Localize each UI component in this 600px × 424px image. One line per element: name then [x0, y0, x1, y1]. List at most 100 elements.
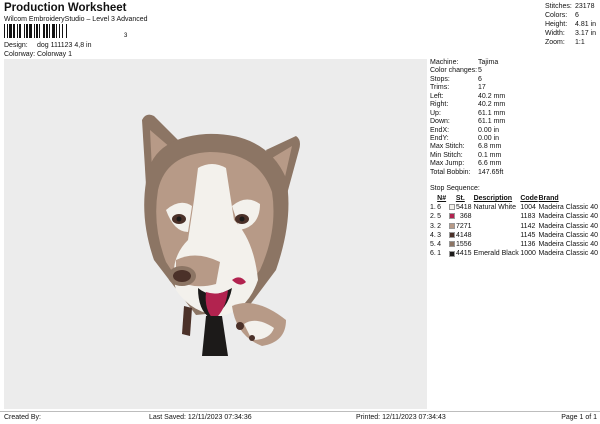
- table-row: 6. 1 4415 Emerald Black 1000 Madeira Cla…: [430, 249, 598, 258]
- param-value: 5: [478, 67, 482, 75]
- color-swatch: [449, 222, 455, 229]
- param-value: 6: [478, 75, 482, 83]
- barcode-bar: [7, 24, 8, 38]
- last-saved: Last Saved: 12/11/2023 07:34:36: [149, 414, 252, 421]
- stat-value: 3.17 in: [575, 30, 597, 37]
- param-label: Color changes:: [430, 67, 478, 75]
- stop-sequence-table: N# St. Description Code Brand 1. 6 5418 …: [430, 194, 598, 259]
- param-label: Trims:: [430, 84, 450, 92]
- param-endy: EndY: 0.00 in: [430, 135, 596, 143]
- row-needle-number: 4: [437, 241, 442, 249]
- row-brand: Madeira Classic 40: [538, 250, 598, 258]
- row-description: [474, 240, 521, 249]
- stat-colors: Colors: 6: [545, 11, 597, 20]
- barcode-bar: [24, 24, 25, 38]
- colorway-row: Colorway: Colorway 1: [4, 51, 72, 58]
- param-value: 61.1 mm: [478, 118, 506, 126]
- barcode-bar: [36, 24, 38, 38]
- worksheet-footer: Created By: Last Saved: 12/11/2023 07:34…: [0, 411, 600, 424]
- design-preview-canvas: [4, 59, 427, 409]
- row-code: 1142: [520, 222, 536, 230]
- param-value: 0.00 in: [478, 126, 500, 134]
- param-label: Up:: [430, 109, 441, 117]
- row-index: 4.: [430, 231, 436, 239]
- stop-sequence-title: Stop Sequence:: [430, 185, 480, 192]
- barcode-bar: [52, 24, 55, 38]
- row-brand: Madeira Classic 40: [538, 204, 598, 211]
- table-row: 2. 5 368 1183 Madeira Classic 40: [430, 212, 598, 221]
- param-value: 17: [478, 84, 486, 92]
- created-by: Created By:: [4, 414, 41, 421]
- row-stitches: 7271: [456, 222, 472, 230]
- row-stitches: 1556: [456, 241, 472, 249]
- design-value: dog 111123 4,8 in: [37, 42, 92, 49]
- barcode-bar: [43, 24, 45, 38]
- row-needle-number: 2: [437, 222, 442, 230]
- stat-value: 1:1: [575, 39, 585, 46]
- barcode-bar: [46, 24, 48, 38]
- stat-label: Zoom:: [545, 39, 565, 46]
- table-row: 5. 4 1556 1136 Madeira Classic 40: [430, 240, 598, 249]
- row-needle-number: 3: [437, 231, 442, 239]
- barcode-bar: [17, 24, 18, 38]
- color-swatch: [449, 241, 455, 248]
- row-description: Emerald Black: [473, 250, 519, 258]
- row-code: 1145: [520, 231, 536, 239]
- row-index: 1.: [430, 204, 436, 211]
- param-label: Total Bobbin:: [430, 168, 471, 176]
- colorway-label: Colorway:: [4, 51, 36, 58]
- param-label: EndY:: [430, 134, 449, 142]
- barcode-bar: [34, 24, 35, 38]
- worksheet-title: Production Worksheet: [4, 2, 127, 14]
- param-label: Min Stitch:: [430, 151, 463, 159]
- param-label: Max Jump:: [430, 160, 465, 168]
- row-description: [474, 231, 521, 240]
- param-value: 6.6 mm: [478, 160, 502, 168]
- param-min-stitch: Min Stitch: 0.1 mm: [430, 152, 596, 160]
- stat-stitches: Stitches: 23178: [545, 2, 597, 11]
- software-name: Wilcom EmbroideryStudio – Level 3 Advanc…: [4, 16, 148, 23]
- color-swatch: [449, 250, 455, 257]
- param-label: Machine:: [430, 59, 459, 66]
- barcode-mark: 3: [124, 33, 128, 38]
- row-stitches: 4415: [456, 250, 472, 258]
- param-label: Max Stitch:: [430, 143, 465, 151]
- param-value: 0.1 mm: [478, 151, 502, 159]
- param-color-changes: Color changes:5: [430, 67, 596, 75]
- header-description: Description: [473, 195, 513, 202]
- row-needle-number: 1: [437, 250, 442, 258]
- row-code: 1004: [520, 204, 536, 211]
- table-row: 1. 6 5418 Natural White 1004 Madeira Cla…: [430, 203, 598, 212]
- color-swatch: [449, 213, 455, 220]
- param-label: Right:: [430, 101, 449, 109]
- design-name-row: Design: dog 111123 4,8 in: [4, 42, 92, 49]
- param-down: Down: 61.1 mm: [430, 118, 596, 126]
- param-trims: Trims: 17: [430, 84, 596, 92]
- row-needle-number: 5: [437, 213, 442, 221]
- header-swatch: [449, 194, 456, 203]
- param-value: 6.8 mm: [478, 143, 502, 151]
- color-swatch: [449, 204, 455, 211]
- stat-label: Width:: [545, 30, 565, 37]
- row-needle-number: 6: [437, 204, 442, 211]
- row-code: 1183: [520, 213, 536, 221]
- table-row: 4. 3 4148 1145 Madeira Classic 40: [430, 231, 598, 240]
- header-index: [430, 194, 437, 203]
- stat-value: 4.81 in: [575, 21, 597, 28]
- row-stitches: 5418: [456, 204, 472, 211]
- barcode-bar: [59, 24, 60, 38]
- barcode-bar: [19, 24, 21, 38]
- row-brand: Madeira Classic 40: [538, 231, 598, 239]
- row-stitches: 4148: [456, 231, 472, 239]
- row-stitches: 368: [459, 213, 472, 221]
- design-label: Design:: [4, 42, 28, 49]
- row-index: 3.: [430, 222, 436, 230]
- param-value: 40.2 mm: [478, 101, 506, 109]
- stat-value: 6: [575, 12, 579, 19]
- stop-sequence-header: N# St. Description Code Brand: [430, 194, 598, 203]
- barcode-bar: [62, 24, 63, 38]
- param-label: Stops:: [430, 75, 450, 83]
- row-index: 2.: [430, 213, 436, 221]
- param-endx: EndX: 0.00 in: [430, 127, 596, 135]
- row-brand: Madeira Classic 40: [538, 213, 598, 221]
